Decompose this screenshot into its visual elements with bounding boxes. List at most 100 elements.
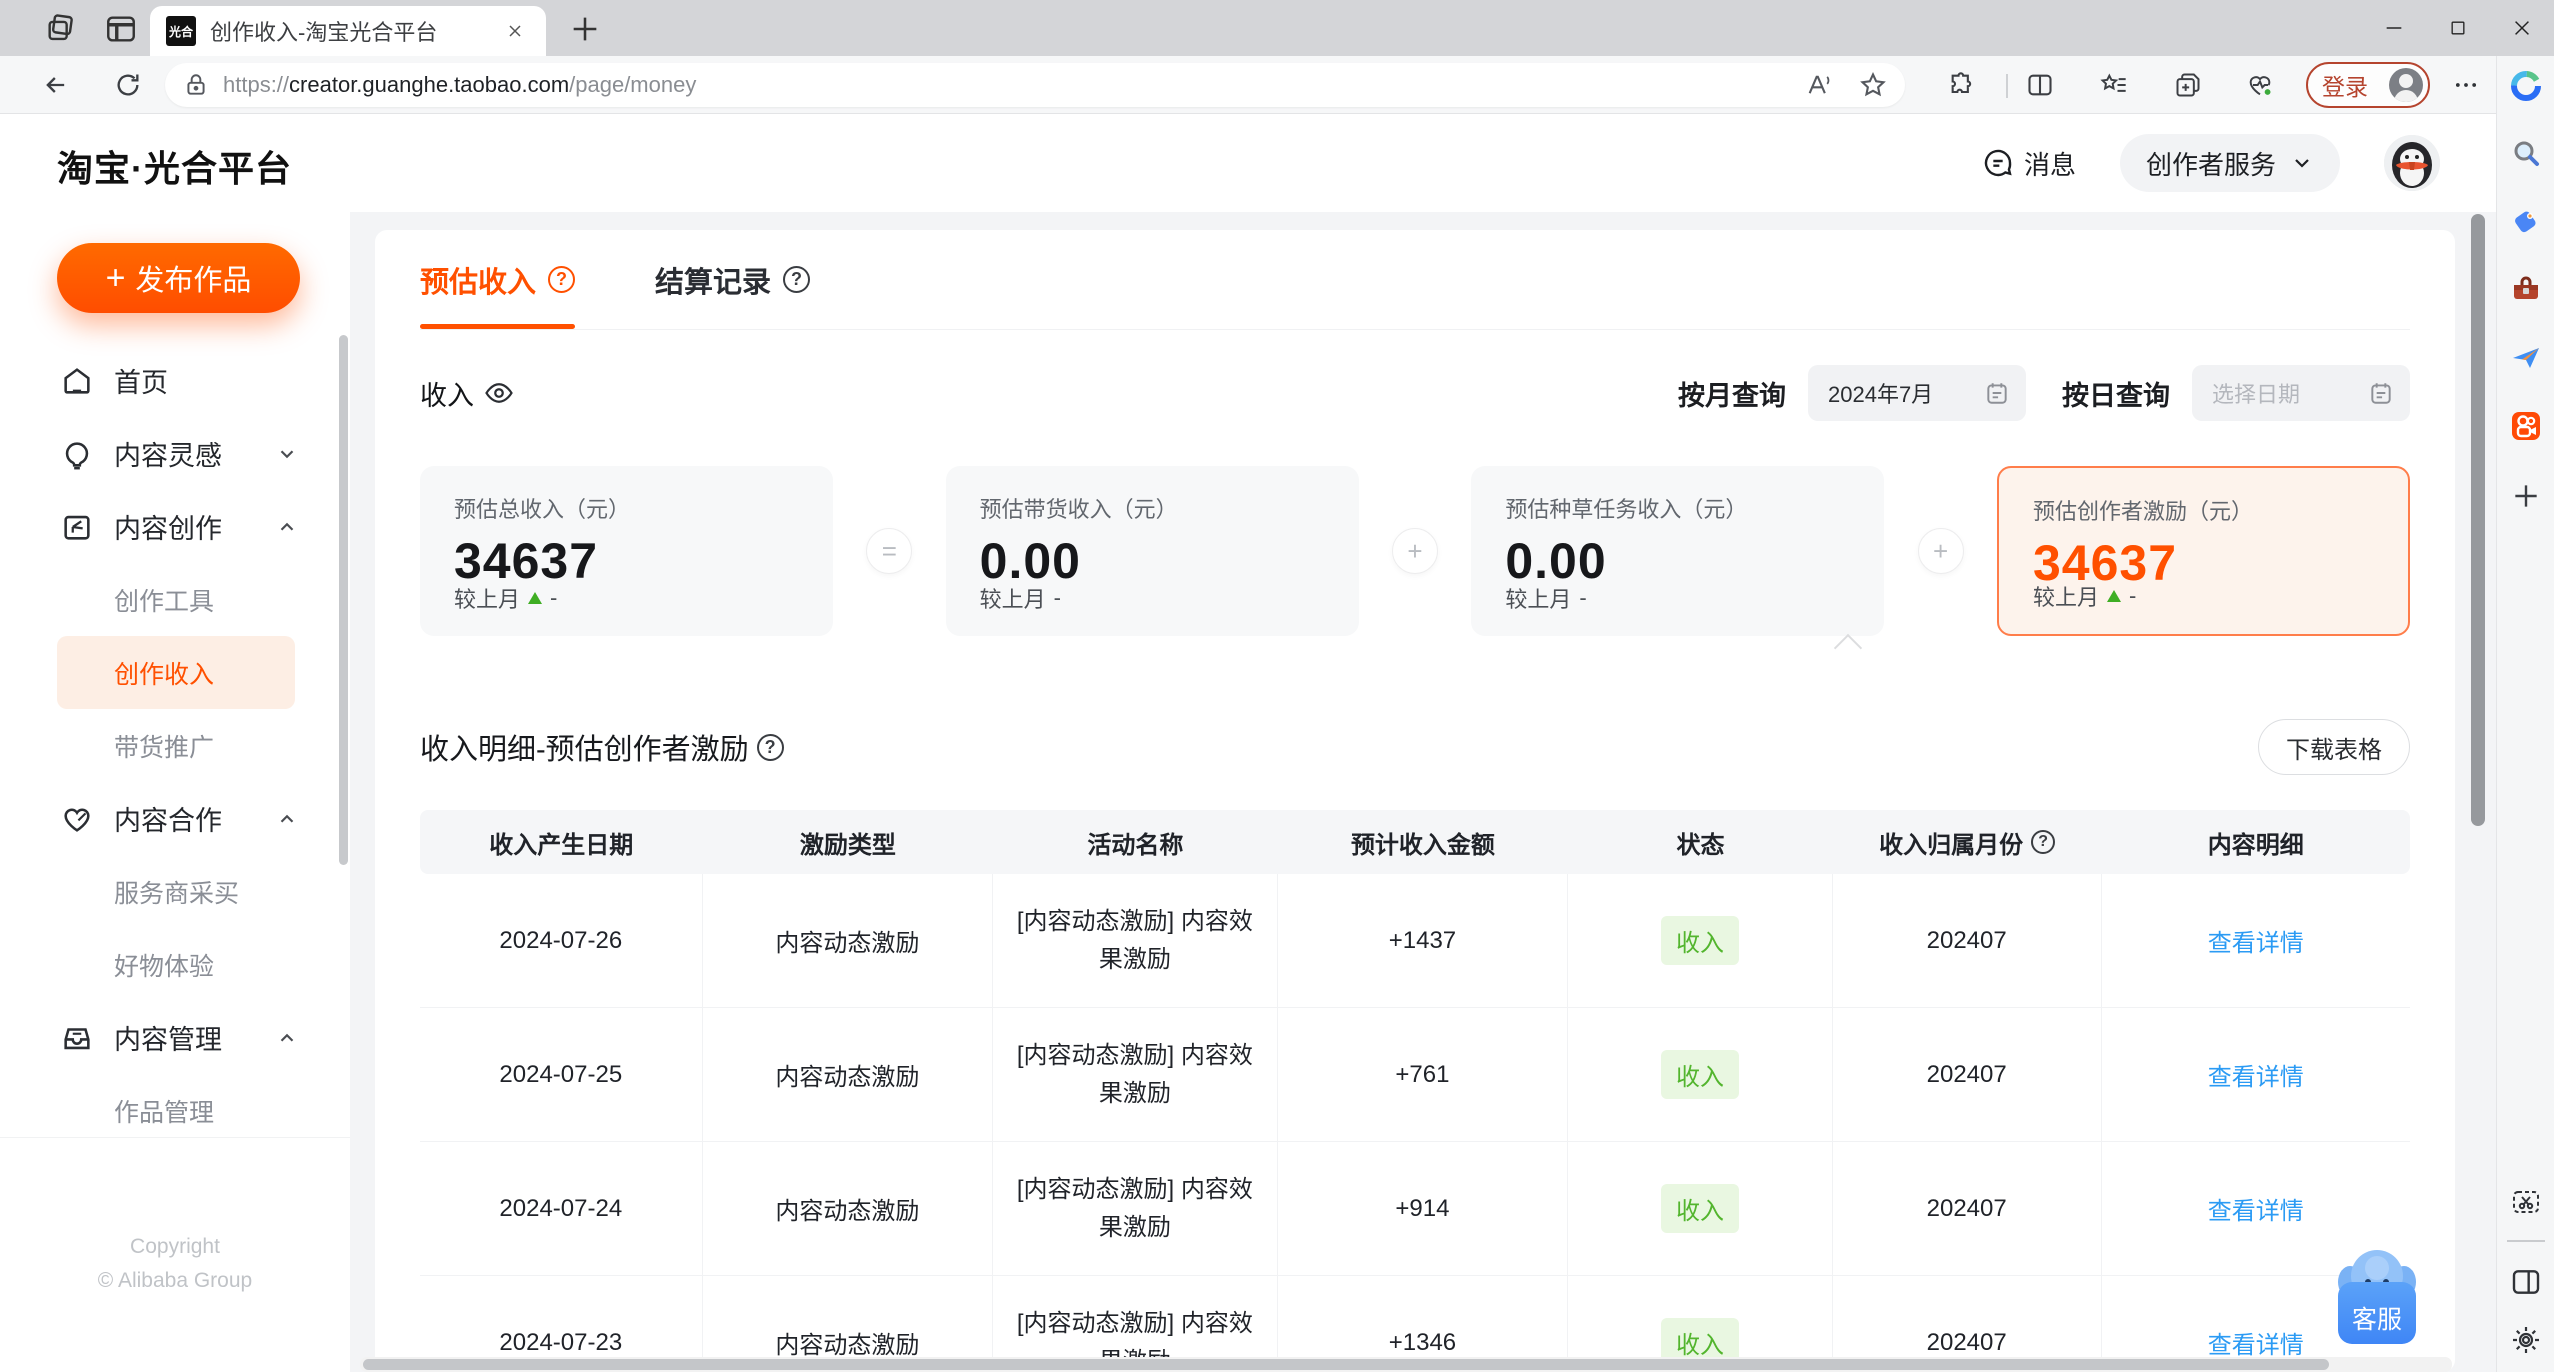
- card-task-income[interactable]: 预估种草任务收入（元） 0.00 较上月-: [1471, 466, 1884, 636]
- site-favicon: 光合: [166, 16, 196, 46]
- page-horizontal-scrollbar[interactable]: [360, 1357, 2452, 1372]
- help-icon[interactable]: [783, 266, 810, 293]
- extensions-icon[interactable]: [1948, 71, 1976, 99]
- cell-type: 内容动态激励: [703, 874, 994, 1007]
- creator-services-menu[interactable]: 创作者服务: [2120, 134, 2340, 192]
- send-icon[interactable]: [2510, 342, 2542, 374]
- sidebar-item-creation-tools[interactable]: 创作工具: [0, 563, 350, 636]
- new-tab-icon[interactable]: [568, 12, 602, 46]
- tab-estimated-income[interactable]: 预估收入: [420, 230, 575, 329]
- sidebar-item-label: 带货推广: [114, 728, 214, 764]
- tabs-row: 预估收入 结算记录: [420, 230, 2410, 330]
- card-label: 预估带货收入（元）: [980, 492, 1325, 524]
- browser-tab[interactable]: 光合 创作收入-淘宝光合平台: [150, 6, 546, 56]
- trend-up-icon: [528, 592, 542, 604]
- sidebar-item-home[interactable]: 首页: [0, 344, 350, 417]
- cell-amount: +1437: [1278, 874, 1569, 1007]
- sidebar-item-label: 作品管理: [114, 1093, 214, 1129]
- day-query-label: 按日查询: [2062, 374, 2170, 413]
- search-icon[interactable]: [2510, 138, 2542, 170]
- eye-icon[interactable]: [484, 378, 514, 408]
- workspaces-icon[interactable]: [44, 12, 78, 46]
- card-label: 预估总收入（元）: [454, 492, 799, 524]
- maximize-window-icon[interactable]: [2426, 0, 2490, 56]
- cell-status: 收入: [1568, 1142, 1833, 1275]
- table-row: 2024-07-26 内容动态激励 [内容动态激励] 内容效果激励 +1437 …: [420, 874, 2410, 1008]
- messages-button[interactable]: 消息: [1982, 145, 2076, 182]
- refresh-icon[interactable]: [114, 71, 142, 99]
- minimize-window-icon[interactable]: [2362, 0, 2426, 56]
- header-date: 收入产生日期: [420, 825, 703, 860]
- user-avatar[interactable]: [2384, 135, 2440, 191]
- month-picker-value: 2024年7月: [1828, 377, 1933, 409]
- plus-operator: +: [1918, 528, 1964, 574]
- close-tab-icon[interactable]: [500, 16, 530, 46]
- settings-icon[interactable]: [2510, 1324, 2542, 1356]
- sidebar-item-label: 创作工具: [114, 582, 214, 618]
- month-query-label: 按月查询: [1678, 374, 1786, 413]
- card-creator-incentive[interactable]: 预估创作者激励（元） 34637 较上月-: [1997, 466, 2410, 636]
- close-window-icon[interactable]: [2490, 0, 2554, 56]
- help-icon[interactable]: [757, 734, 784, 761]
- add-sidebar-icon[interactable]: [2510, 480, 2542, 512]
- sidebar-item-management[interactable]: 内容管理: [0, 1001, 350, 1074]
- sidebar-item-creation[interactable]: 内容创作: [0, 490, 350, 563]
- view-details-link[interactable]: 查看详情: [2208, 1057, 2304, 1092]
- card-sales-income[interactable]: 预估带货收入（元） 0.00 较上月-: [946, 466, 1359, 636]
- login-button[interactable]: 登录: [2306, 62, 2430, 108]
- card-compare: 较上月-: [980, 582, 1061, 614]
- read-aloud-icon[interactable]: [1805, 71, 1833, 99]
- page-vertical-scrollbar[interactable]: [2471, 214, 2485, 826]
- toolbar-divider: [2006, 74, 2008, 98]
- view-details-link[interactable]: 查看详情: [2208, 923, 2304, 958]
- sidebar-item-label: 内容创作: [114, 507, 222, 546]
- sidebar-item-label: 内容管理: [114, 1018, 222, 1057]
- detail-header-row: 收入明细-预估创作者激励 下载表格: [420, 718, 2410, 776]
- date-picker[interactable]: 选择日期: [2192, 365, 2410, 421]
- cell-month: 202407: [1833, 1008, 2102, 1141]
- profile-icon: [2389, 68, 2423, 102]
- address-bar[interactable]: https://creator.guanghe.taobao.com/page/…: [165, 63, 1905, 107]
- plus-operator: +: [1392, 528, 1438, 574]
- view-details-link[interactable]: 查看详情: [2208, 1325, 2304, 1360]
- customer-service-button[interactable]: 客服: [2336, 1244, 2418, 1344]
- copilot-icon[interactable]: [2510, 70, 2542, 102]
- download-table-button[interactable]: 下载表格: [2258, 719, 2410, 775]
- card-total-income[interactable]: 预估总收入（元） 34637 较上月-: [420, 466, 833, 636]
- view-details-link[interactable]: 查看详情: [2208, 1191, 2304, 1226]
- help-icon[interactable]: [2031, 830, 2055, 854]
- sidebar-item-product-trial[interactable]: 好物体验: [0, 928, 350, 1001]
- screenshot-icon[interactable]: [2510, 1186, 2542, 1218]
- site-logo: 淘宝·光合平台: [57, 140, 292, 192]
- sidebar-scrollbar[interactable]: [339, 335, 348, 865]
- sidebar-item-promotion[interactable]: 带货推广: [0, 709, 350, 782]
- month-picker[interactable]: 2024年7月: [1808, 365, 2026, 421]
- collections-icon[interactable]: [2174, 71, 2202, 99]
- card-compare: 较上月-: [454, 582, 557, 614]
- toolbox-icon[interactable]: [2510, 274, 2542, 306]
- tab-actions-icon[interactable]: [104, 12, 138, 46]
- cell-status: 收入: [1568, 874, 1833, 1007]
- cell-month: 202407: [1833, 874, 2102, 1007]
- more-options-icon[interactable]: [2452, 71, 2480, 99]
- tab-settlement-records[interactable]: 结算记录: [655, 230, 810, 329]
- sidebar-item-service-purchase[interactable]: 服务商采买: [0, 855, 350, 928]
- favorite-star-icon[interactable]: [1859, 71, 1887, 99]
- publish-button[interactable]: 发布作品: [57, 243, 300, 313]
- inbox-icon: [60, 1021, 94, 1055]
- browser-essentials-icon[interactable]: [2246, 71, 2274, 99]
- help-icon[interactable]: [548, 266, 575, 293]
- split-panel-icon[interactable]: [2510, 1266, 2542, 1298]
- split-screen-icon[interactable]: [2026, 71, 2054, 99]
- sidebar-item-inspiration[interactable]: 内容灵感: [0, 417, 350, 490]
- kuaishou-icon[interactable]: [2510, 410, 2542, 442]
- url-text: https://creator.guanghe.taobao.com/page/…: [223, 72, 1779, 98]
- shopping-icon[interactable]: [2510, 206, 2542, 238]
- back-icon[interactable]: [42, 71, 70, 99]
- header-status: 状态: [1568, 825, 1833, 860]
- sidebar-item-cooperation[interactable]: 内容合作: [0, 782, 350, 855]
- heart-hand-icon: [60, 802, 94, 836]
- sidebar-item-creation-income[interactable]: 创作收入: [57, 636, 295, 709]
- income-row: 收入 按月查询 2024年7月 按日查询 选择日期: [420, 364, 2410, 422]
- favorites-list-icon[interactable]: [2100, 71, 2128, 99]
